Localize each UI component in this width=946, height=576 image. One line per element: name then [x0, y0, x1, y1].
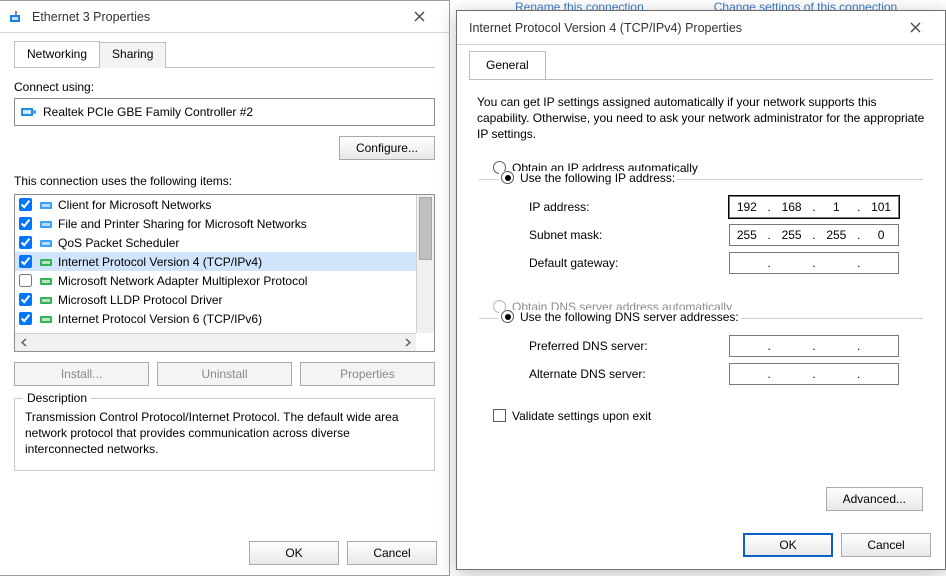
items-label: This connection uses the following items… — [14, 174, 435, 188]
items-horizontal-scrollbar[interactable] — [15, 333, 416, 351]
gateway-label: Default gateway: — [529, 256, 729, 270]
ipv4-ok-button[interactable]: OK — [743, 533, 833, 557]
ipv4-tab-strip: General — [469, 51, 933, 80]
list-item-checkbox[interactable] — [19, 293, 32, 306]
list-item-checkbox[interactable] — [19, 312, 32, 325]
protocol-icon — [38, 197, 54, 213]
tab-sharing[interactable]: Sharing — [99, 42, 166, 68]
list-item[interactable]: QoS Packet Scheduler — [15, 233, 434, 252]
list-item[interactable]: Client for Microsoft Networks — [15, 195, 434, 214]
radio-use-dns[interactable]: Use the following DNS server addresses: — [499, 310, 741, 324]
description-text: Transmission Control Protocol/Internet P… — [25, 409, 424, 458]
list-item-checkbox[interactable] — [19, 198, 32, 211]
ethernet-properties-dialog: Ethernet 3 Properties Networking Sharing… — [0, 0, 450, 576]
network-adapter-icon — [8, 8, 26, 26]
list-item-label: Internet Protocol Version 4 (TCP/IPv4) — [58, 255, 262, 269]
configure-button[interactable]: Configure... — [339, 136, 435, 160]
ip-address-group: Use the following IP address: IP address… — [479, 179, 923, 286]
protocol-icon — [38, 292, 54, 308]
items-vertical-scrollbar[interactable] — [416, 195, 434, 333]
ipv4-title: Internet Protocol Version 4 (TCP/IPv4) P… — [465, 21, 893, 35]
ip-octet-2[interactable]: 168 — [778, 200, 806, 214]
scrollbar-thumb[interactable] — [419, 197, 432, 260]
ip-octet-3[interactable]: 1 — [822, 200, 850, 214]
ipv4-cancel-button[interactable]: Cancel — [841, 533, 931, 557]
list-item-label: Client for Microsoft Networks — [58, 198, 211, 212]
ip-address-input[interactable]: 192. 168. 1. 101 — [729, 196, 899, 218]
mask-octet-4[interactable]: 0 — [867, 228, 895, 242]
nic-icon — [21, 105, 37, 119]
validate-settings-label: Validate settings upon exit — [512, 409, 651, 423]
ethernet-cancel-button[interactable]: Cancel — [347, 541, 437, 565]
mask-octet-2[interactable]: 255 — [778, 228, 806, 242]
protocol-icon — [38, 311, 54, 327]
ethernet-titlebar[interactable]: Ethernet 3 Properties — [0, 1, 449, 33]
protocol-icon — [38, 273, 54, 289]
gateway-input[interactable]: . . . — [729, 252, 899, 274]
ethernet-title: Ethernet 3 Properties — [32, 10, 397, 24]
protocol-icon — [38, 254, 54, 270]
ethernet-close-button[interactable] — [397, 2, 441, 32]
ip-octet-1[interactable]: 192 — [733, 200, 761, 214]
list-item[interactable]: File and Printer Sharing for Microsoft N… — [15, 214, 434, 233]
ethernet-tab-strip: Networking Sharing — [14, 41, 435, 68]
radio-label: Use the following IP address: — [520, 171, 675, 185]
list-item-checkbox[interactable] — [19, 274, 32, 287]
list-item-label: QoS Packet Scheduler — [58, 236, 179, 250]
alternate-dns-input[interactable]: . . . — [729, 363, 899, 385]
checkbox-icon — [493, 409, 506, 422]
preferred-dns-input[interactable]: . . . — [729, 335, 899, 357]
list-item-label: File and Printer Sharing for Microsoft N… — [58, 217, 307, 231]
tab-networking[interactable]: Networking — [14, 41, 100, 67]
ipv4-titlebar[interactable]: Internet Protocol Version 4 (TCP/IPv4) P… — [457, 11, 945, 45]
ip-octet-4[interactable]: 101 — [867, 200, 895, 214]
radio-label: Use the following DNS server addresses: — [520, 310, 739, 324]
description-legend: Description — [23, 391, 91, 405]
properties-button[interactable]: Properties — [300, 362, 435, 386]
adapter-name: Realtek PCIe GBE Family Controller #2 — [43, 105, 253, 119]
description-group: Description Transmission Control Protoco… — [14, 398, 435, 471]
preferred-dns-label: Preferred DNS server: — [529, 339, 729, 353]
list-item-label: Microsoft Network Adapter Multiplexor Pr… — [58, 274, 307, 288]
chevron-left-icon — [20, 338, 29, 347]
ipv4-properties-dialog: Internet Protocol Version 4 (TCP/IPv4) P… — [456, 10, 946, 570]
ipv4-close-button[interactable] — [893, 13, 937, 43]
ip-address-label: IP address: — [529, 200, 729, 214]
ethernet-ok-button[interactable]: OK — [249, 541, 339, 565]
mask-octet-3[interactable]: 255 — [822, 228, 850, 242]
adapter-field[interactable]: Realtek PCIe GBE Family Controller #2 — [14, 98, 435, 126]
radio-icon — [501, 310, 514, 323]
install-button[interactable]: Install... — [14, 362, 149, 386]
items-listbox[interactable]: Client for Microsoft Networks File and Pr… — [14, 194, 435, 352]
list-item[interactable]: Microsoft LLDP Protocol Driver — [15, 290, 434, 309]
protocol-icon — [38, 216, 54, 232]
alternate-dns-label: Alternate DNS server: — [529, 367, 729, 381]
subnet-mask-label: Subnet mask: — [529, 228, 729, 242]
advanced-button[interactable]: Advanced... — [826, 487, 923, 511]
close-icon — [414, 11, 425, 22]
mask-octet-1[interactable]: 255 — [733, 228, 761, 242]
subnet-mask-input[interactable]: 255. 255. 255. 0 — [729, 224, 899, 246]
list-item-label: Internet Protocol Version 6 (TCP/IPv6) — [58, 312, 262, 326]
list-item[interactable]: Internet Protocol Version 6 (TCP/IPv6) — [15, 309, 434, 328]
scroll-right-button[interactable] — [398, 334, 416, 352]
list-item-checkbox[interactable] — [19, 217, 32, 230]
close-icon — [910, 22, 921, 33]
list-item[interactable]: Microsoft Network Adapter Multiplexor Pr… — [15, 271, 434, 290]
list-item[interactable]: Internet Protocol Version 4 (TCP/IPv4) — [15, 252, 434, 271]
chevron-right-icon — [403, 338, 412, 347]
protocol-icon — [38, 235, 54, 251]
radio-icon — [501, 171, 514, 184]
uninstall-button[interactable]: Uninstall — [157, 362, 292, 386]
tab-general[interactable]: General — [469, 51, 546, 79]
dns-group: Use the following DNS server addresses: … — [479, 318, 923, 397]
list-item-label: Microsoft LLDP Protocol Driver — [58, 293, 223, 307]
scroll-left-button[interactable] — [15, 334, 33, 352]
validate-settings-checkbox[interactable]: Validate settings upon exit — [493, 409, 933, 423]
list-item-checkbox[interactable] — [19, 236, 32, 249]
connect-using-label: Connect using: — [14, 80, 435, 94]
list-item-checkbox[interactable] — [19, 255, 32, 268]
ipv4-explain-text: You can get IP settings assigned automat… — [477, 94, 925, 143]
radio-use-ip[interactable]: Use the following IP address: — [499, 171, 677, 185]
